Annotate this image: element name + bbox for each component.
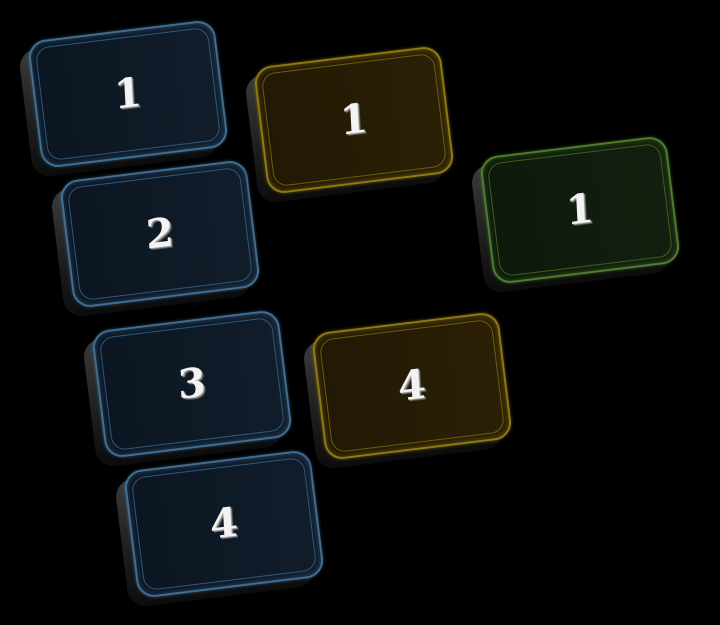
tile-number: 1	[564, 184, 596, 235]
tile-face: 1	[26, 19, 230, 169]
tile-number: 4	[208, 498, 240, 549]
tile-blue-3[interactable]: 3	[81, 309, 294, 469]
tile-face: 2	[58, 159, 262, 309]
tile-blue-2[interactable]: 2	[49, 159, 262, 319]
tile-number: 1	[112, 68, 144, 119]
tile-number: 2	[144, 208, 176, 259]
tile-face: 1	[252, 45, 456, 195]
tile-number: 1	[338, 94, 370, 145]
tile-gold-4[interactable]: 4	[301, 311, 514, 471]
tile-face: 1	[478, 135, 682, 285]
tile-blue-4[interactable]: 4	[113, 449, 326, 609]
tile-face: 4	[122, 449, 326, 599]
tile-number: 4	[396, 360, 428, 411]
tile-gold-1[interactable]: 1	[243, 45, 456, 205]
tile-face: 3	[90, 309, 294, 459]
tile-blue-1[interactable]: 1	[17, 19, 230, 179]
tile-green-1[interactable]: 1	[469, 135, 682, 295]
tile-number: 3	[176, 358, 208, 409]
game-board: 1 2 3 4 1 4 1	[0, 0, 720, 625]
tile-face: 4	[310, 311, 514, 461]
